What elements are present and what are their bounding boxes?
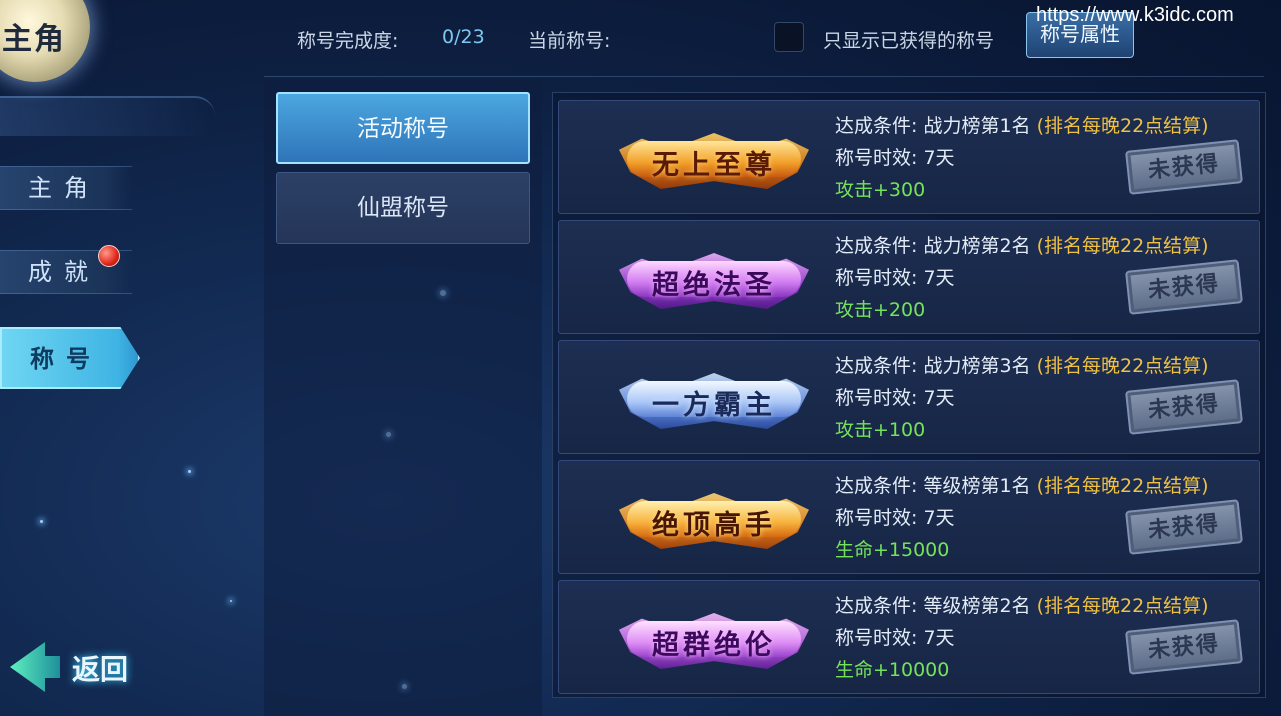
nav-item-character[interactable]: 主角 bbox=[0, 166, 132, 210]
duration-line: 称号时效: 7天 bbox=[835, 263, 955, 290]
settlement-note: (排名每晚22点结算) bbox=[1036, 595, 1209, 617]
top-divider bbox=[264, 76, 1264, 77]
condition-value: 战力榜第1名 bbox=[923, 115, 1031, 137]
status-stamp: 未获得 bbox=[1125, 619, 1243, 675]
settlement-note: (排名每晚22点结算) bbox=[1036, 475, 1209, 497]
back-arrow-icon bbox=[10, 642, 60, 692]
back-label: 返回 bbox=[72, 653, 129, 686]
settlement-note: (排名每晚22点结算) bbox=[1036, 355, 1209, 377]
duration-line: 称号时效: 7天 bbox=[835, 623, 955, 650]
condition-value: 战力榜第3名 bbox=[923, 355, 1031, 377]
badge-text: 一方霸主 bbox=[652, 390, 776, 421]
tab-guild-titles[interactable]: 仙盟称号 bbox=[276, 172, 530, 244]
obtained-only-label: 只显示已获得的称号 bbox=[823, 30, 995, 52]
condition-value: 等级榜第2名 bbox=[923, 595, 1031, 617]
notification-dot-icon bbox=[98, 245, 120, 267]
bonus-value: 生命+15000 bbox=[835, 539, 950, 561]
condition-label: 达成条件: bbox=[835, 235, 918, 257]
duration-line: 称号时效: 7天 bbox=[835, 383, 955, 410]
condition-label: 达成条件: bbox=[835, 475, 918, 497]
back-button[interactable]: 返回 bbox=[6, 634, 146, 698]
condition-label: 达成条件: bbox=[835, 355, 918, 377]
title-badge: 无上至尊 bbox=[619, 127, 809, 195]
bonus-value: 攻击+100 bbox=[835, 419, 926, 441]
duration-label: 称号时效: bbox=[835, 147, 918, 169]
star-decoration bbox=[40, 520, 43, 523]
settlement-note: (排名每晚22点结算) bbox=[1036, 115, 1209, 137]
title-badge: 绝顶高手 bbox=[619, 487, 809, 555]
nav-item-label: 称号 bbox=[30, 344, 102, 373]
title-row[interactable]: 无上至尊 达成条件: 战力榜第1名 (排名每晚22点结算) 称号时效: 7天 攻… bbox=[558, 100, 1260, 214]
duration-line: 称号时效: 7天 bbox=[835, 503, 955, 530]
condition-line: 达成条件: 等级榜第1名 (排名每晚22点结算) bbox=[835, 471, 1209, 498]
condition-line: 达成条件: 战力榜第1名 (排名每晚22点结算) bbox=[835, 111, 1209, 138]
nav-item-label: 主角 bbox=[28, 174, 100, 202]
emblem-text: 主角 bbox=[2, 22, 66, 57]
settlement-note: (排名每晚22点结算) bbox=[1036, 235, 1209, 257]
completion-label: 称号完成度: bbox=[297, 30, 399, 52]
obtained-only-checkbox[interactable] bbox=[774, 22, 804, 52]
bonus-value: 生命+10000 bbox=[835, 659, 950, 681]
cloud-decoration bbox=[0, 96, 215, 136]
badge-text: 无上至尊 bbox=[652, 150, 776, 181]
status-stamp: 未获得 bbox=[1125, 379, 1243, 435]
status-stamp: 未获得 bbox=[1125, 259, 1243, 315]
condition-value: 战力榜第2名 bbox=[923, 235, 1031, 257]
badge-text: 绝顶高手 bbox=[652, 510, 776, 541]
badge-text: 超绝法圣 bbox=[652, 270, 776, 301]
title-row[interactable]: 绝顶高手 达成条件: 等级榜第1名 (排名每晚22点结算) 称号时效: 7天 生… bbox=[558, 460, 1260, 574]
current-title-label: 当前称号: bbox=[528, 30, 611, 52]
duration-value: 7天 bbox=[923, 627, 955, 649]
status-stamp: 未获得 bbox=[1125, 499, 1243, 555]
condition-label: 达成条件: bbox=[835, 115, 918, 137]
title-row[interactable]: 超群绝伦 达成条件: 等级榜第2名 (排名每晚22点结算) 称号时效: 7天 生… bbox=[558, 580, 1260, 694]
watermark: https://www.k3idc.com bbox=[1036, 4, 1234, 26]
nav-item-titles[interactable]: 称号 bbox=[0, 327, 140, 389]
title-row[interactable]: 一方霸主 达成条件: 战力榜第3名 (排名每晚22点结算) 称号时效: 7天 攻… bbox=[558, 340, 1260, 454]
title-badge: 一方霸主 bbox=[619, 367, 809, 435]
badge-text: 超群绝伦 bbox=[652, 630, 776, 661]
tab-event-titles[interactable]: 活动称号 bbox=[276, 92, 530, 164]
duration-value: 7天 bbox=[923, 387, 955, 409]
condition-label: 达成条件: bbox=[835, 595, 918, 617]
status-stamp: 未获得 bbox=[1125, 139, 1243, 195]
bonus-value: 攻击+300 bbox=[835, 179, 926, 201]
condition-value: 等级榜第1名 bbox=[923, 475, 1031, 497]
duration-value: 7天 bbox=[923, 147, 955, 169]
duration-label: 称号时效: bbox=[835, 627, 918, 649]
duration-line: 称号时效: 7天 bbox=[835, 143, 955, 170]
title-row[interactable]: 超绝法圣 达成条件: 战力榜第2名 (排名每晚22点结算) 称号时效: 7天 攻… bbox=[558, 220, 1260, 334]
condition-line: 达成条件: 战力榜第3名 (排名每晚22点结算) bbox=[835, 351, 1209, 378]
bonus-value: 攻击+200 bbox=[835, 299, 926, 321]
condition-line: 达成条件: 战力榜第2名 (排名每晚22点结算) bbox=[835, 231, 1209, 258]
condition-line: 达成条件: 等级榜第2名 (排名每晚22点结算) bbox=[835, 591, 1209, 618]
duration-label: 称号时效: bbox=[835, 507, 918, 529]
duration-label: 称号时效: bbox=[835, 267, 918, 289]
duration-value: 7天 bbox=[923, 267, 955, 289]
star-decoration bbox=[230, 600, 232, 602]
duration-label: 称号时效: bbox=[835, 387, 918, 409]
completion-value: 0/23 bbox=[442, 26, 485, 48]
nav-item-label: 成就 bbox=[28, 258, 100, 286]
title-badge: 超绝法圣 bbox=[619, 247, 809, 315]
star-decoration bbox=[188, 470, 191, 473]
title-badge: 超群绝伦 bbox=[619, 607, 809, 675]
duration-value: 7天 bbox=[923, 507, 955, 529]
